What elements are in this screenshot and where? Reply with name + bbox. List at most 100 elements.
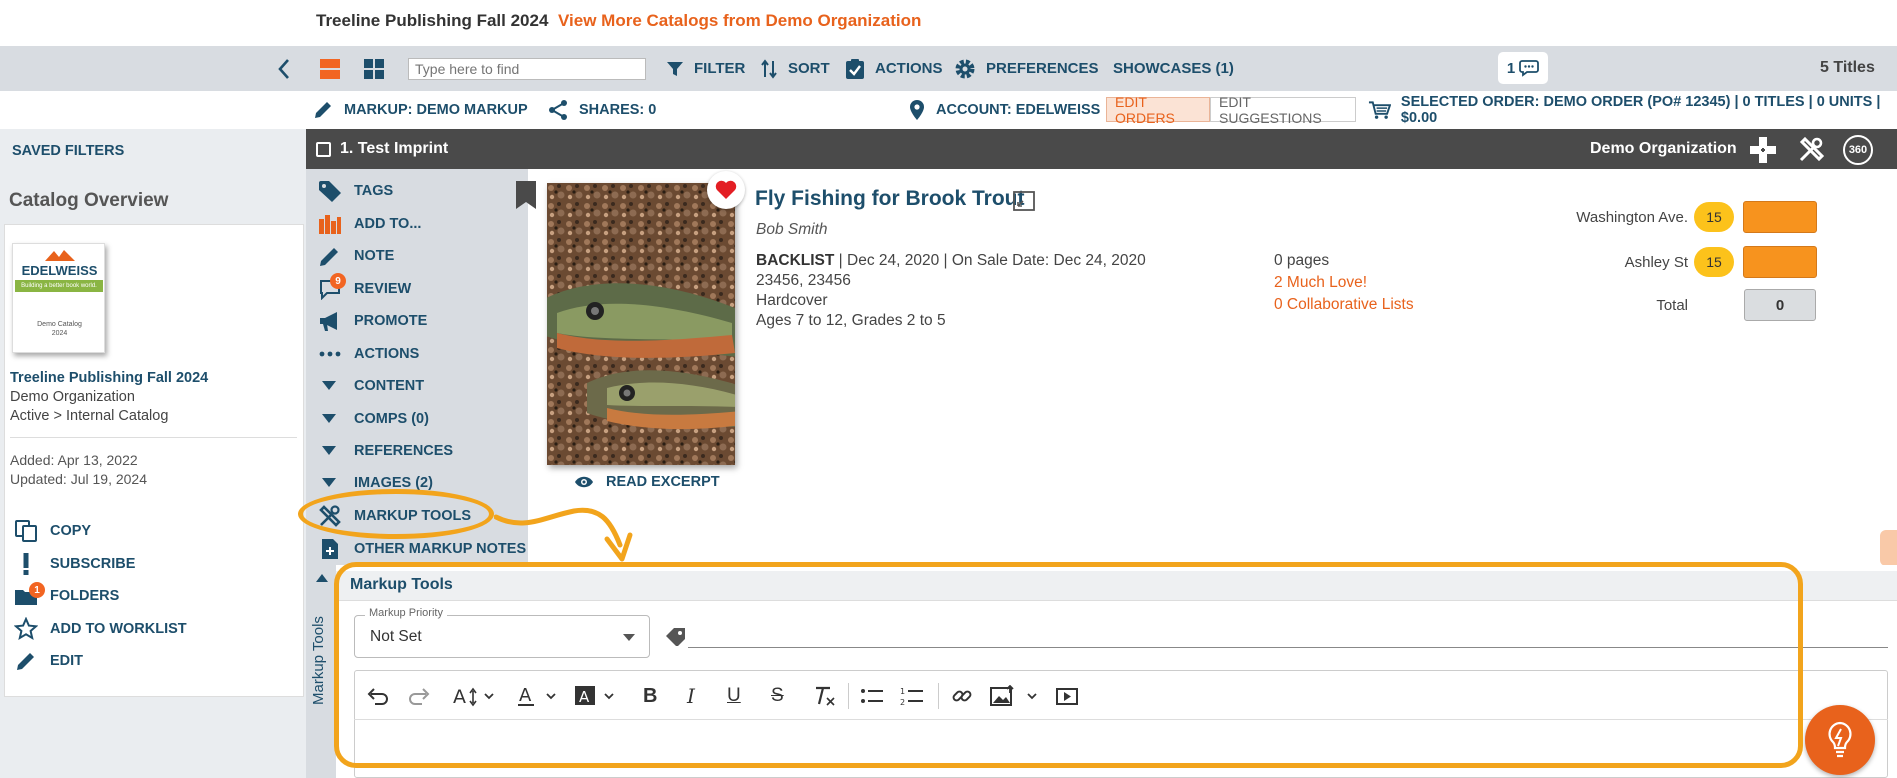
- shares-label: SHARES: 0: [579, 102, 657, 118]
- highlight-arrow-annotation: [494, 505, 644, 565]
- selected-order-label: SELECTED ORDER: DEMO ORDER (PO# 12345) |…: [1400, 94, 1881, 126]
- folder-icon: 1: [14, 582, 45, 608]
- book-title-link[interactable]: Fly Fishing for Brook Trout: [755, 187, 1025, 211]
- markup-tools-side-tab[interactable]: Markup Tools: [306, 565, 336, 778]
- tags-label: TAGS: [354, 183, 394, 199]
- promote-button[interactable]: PROMOTE: [318, 307, 427, 335]
- back-chevron-icon[interactable]: [276, 58, 292, 80]
- actions-menu-button[interactable]: ACTIONS: [845, 46, 943, 91]
- references-label: REFERENCES: [354, 443, 454, 459]
- folders-button[interactable]: 1 FOLDERS: [14, 582, 119, 609]
- preferences-label: PREFERENCES: [986, 60, 1099, 77]
- bookmark-icon[interactable]: [515, 180, 537, 210]
- messages-button[interactable]: 1: [1498, 52, 1548, 84]
- view-360-icon[interactable]: 360: [1843, 135, 1873, 165]
- share-icon: [549, 100, 567, 120]
- markup-selector[interactable]: MARKUP: DEMO MARKUP: [312, 91, 528, 129]
- favorite-heart-icon[interactable]: [707, 171, 745, 209]
- grid-view-icon[interactable]: [363, 58, 385, 80]
- book-author: Bob Smith: [756, 221, 828, 238]
- store-qty-badge: 15: [1694, 202, 1734, 232]
- more-actions-button[interactable]: ACTIONS: [318, 340, 419, 368]
- review-button[interactable]: 9 REVIEW: [318, 273, 411, 303]
- cover-brand: EDELWEISS: [21, 263, 98, 278]
- selected-order-button[interactable]: SELECTED ORDER: DEMO ORDER (PO# 12345) |…: [1368, 91, 1897, 129]
- side-drawer-tab[interactable]: [1880, 530, 1897, 566]
- filter-label: FILTER: [694, 60, 746, 77]
- highlight-box-annotation: [334, 562, 1803, 768]
- caret-up-icon: [316, 574, 328, 582]
- book-format: Hardcover: [756, 292, 828, 309]
- order-quantity-input[interactable]: [1743, 246, 1817, 278]
- pub-dates: | Dec 24, 2020 | On Sale Date: Dec 24, 2…: [838, 252, 1146, 269]
- preferences-button[interactable]: PREFERENCES: [954, 46, 1099, 91]
- megaphone-icon: [320, 312, 337, 331]
- saved-filters-link[interactable]: SAVED FILTERS: [12, 143, 124, 159]
- note-button[interactable]: NOTE: [318, 242, 394, 270]
- expand-image-icon[interactable]: [1013, 191, 1035, 211]
- read-excerpt-button[interactable]: READ EXCERPT: [574, 474, 720, 490]
- note-label: NOTE: [354, 248, 395, 264]
- add-to-worklist-button[interactable]: ADD TO WORKLIST: [14, 616, 187, 642]
- sort-label: SORT: [788, 60, 830, 77]
- cover-tagline: Building a better book world.: [15, 280, 103, 292]
- subscribe-button[interactable]: SUBSCRIBE: [14, 551, 135, 577]
- add-to-button[interactable]: ADD TO...: [318, 210, 421, 238]
- caret-down-icon: [322, 381, 336, 390]
- search-input[interactable]: [408, 58, 646, 80]
- caret-down-icon: [322, 478, 336, 487]
- chat-bubble-icon: [1519, 60, 1540, 77]
- sort-button[interactable]: SORT: [760, 46, 830, 91]
- cover-caption: Demo Catalog: [37, 321, 82, 328]
- pencil-icon: [315, 102, 331, 118]
- add-organization-icon[interactable]: [1749, 136, 1777, 164]
- shares-button[interactable]: SHARES: 0: [547, 91, 656, 129]
- promote-label: PROMOTE: [354, 313, 428, 329]
- location-pin-icon: [910, 100, 924, 120]
- messages-count: 1: [1506, 59, 1516, 77]
- collaborative-lists-link[interactable]: 0 Collaborative Lists: [1274, 296, 1414, 314]
- content-toggle[interactable]: CONTENT: [318, 372, 424, 400]
- book-ages: Ages 7 to 12, Grades 2 to 5: [756, 312, 946, 329]
- comps-label: COMPS (0): [354, 411, 429, 427]
- account-selector[interactable]: ACCOUNT: EDELWEISS: [908, 91, 1100, 129]
- cover-year: 2024: [51, 330, 68, 337]
- markup-label: MARKUP: DEMO MARKUP: [344, 102, 528, 118]
- clipboard-check-icon: [846, 58, 864, 79]
- catalog-name-link[interactable]: Treeline Publishing Fall 2024: [10, 370, 208, 386]
- total-label: Total: [1656, 297, 1688, 314]
- view-more-catalogs-link[interactable]: View More Catalogs from Demo Organizatio…: [558, 11, 921, 31]
- books-icon: [319, 215, 341, 234]
- book-status-dates: BACKLIST | Dec 24, 2020 | On Sale Date: …: [756, 252, 1146, 270]
- actions-label: ACTIONS: [875, 60, 943, 77]
- order-quantity-input[interactable]: [1743, 201, 1817, 233]
- mountain-logo-icon: [45, 250, 75, 261]
- references-toggle[interactable]: REFERENCES: [318, 437, 453, 465]
- content-label: CONTENT: [354, 378, 425, 394]
- lightbulb-icon: [1828, 721, 1852, 758]
- imprint-label: 1. Test Imprint: [340, 140, 449, 157]
- eye-icon: [575, 476, 593, 488]
- copy-icon: [15, 520, 37, 542]
- select-imprint-checkbox[interactable]: [316, 142, 331, 157]
- catalog-cover-image[interactable]: EDELWEISS Building a better book world. …: [12, 243, 105, 353]
- copy-catalog-button[interactable]: COPY: [14, 518, 91, 544]
- tools-icon[interactable]: [1798, 137, 1824, 163]
- pencil-icon: [17, 653, 34, 670]
- list-view-icon[interactable]: [319, 58, 341, 80]
- book-cover-image[interactable]: [547, 183, 735, 465]
- backlist-status: BACKLIST: [756, 252, 835, 269]
- edit-orders-tab[interactable]: EDIT ORDERS: [1106, 94, 1210, 126]
- edit-suggestions-tab[interactable]: EDIT SUGGESTIONS: [1210, 94, 1356, 126]
- comps-toggle[interactable]: COMPS (0): [318, 405, 429, 433]
- store-name: Washington Ave.: [1576, 209, 1688, 226]
- add-to-label: ADD TO...: [354, 216, 422, 232]
- showcases-label: SHOWCASES (1): [1113, 60, 1234, 77]
- showcases-button[interactable]: SHOWCASES (1): [1113, 46, 1234, 91]
- much-love-link[interactable]: 2 Much Love!: [1274, 274, 1367, 292]
- catalog-status: Active > Internal Catalog: [10, 408, 169, 424]
- filter-button[interactable]: FILTER: [666, 46, 745, 91]
- help-lightbulb-button[interactable]: [1805, 705, 1875, 775]
- edit-catalog-button[interactable]: EDIT: [14, 648, 83, 674]
- tags-button[interactable]: TAGS: [318, 177, 393, 205]
